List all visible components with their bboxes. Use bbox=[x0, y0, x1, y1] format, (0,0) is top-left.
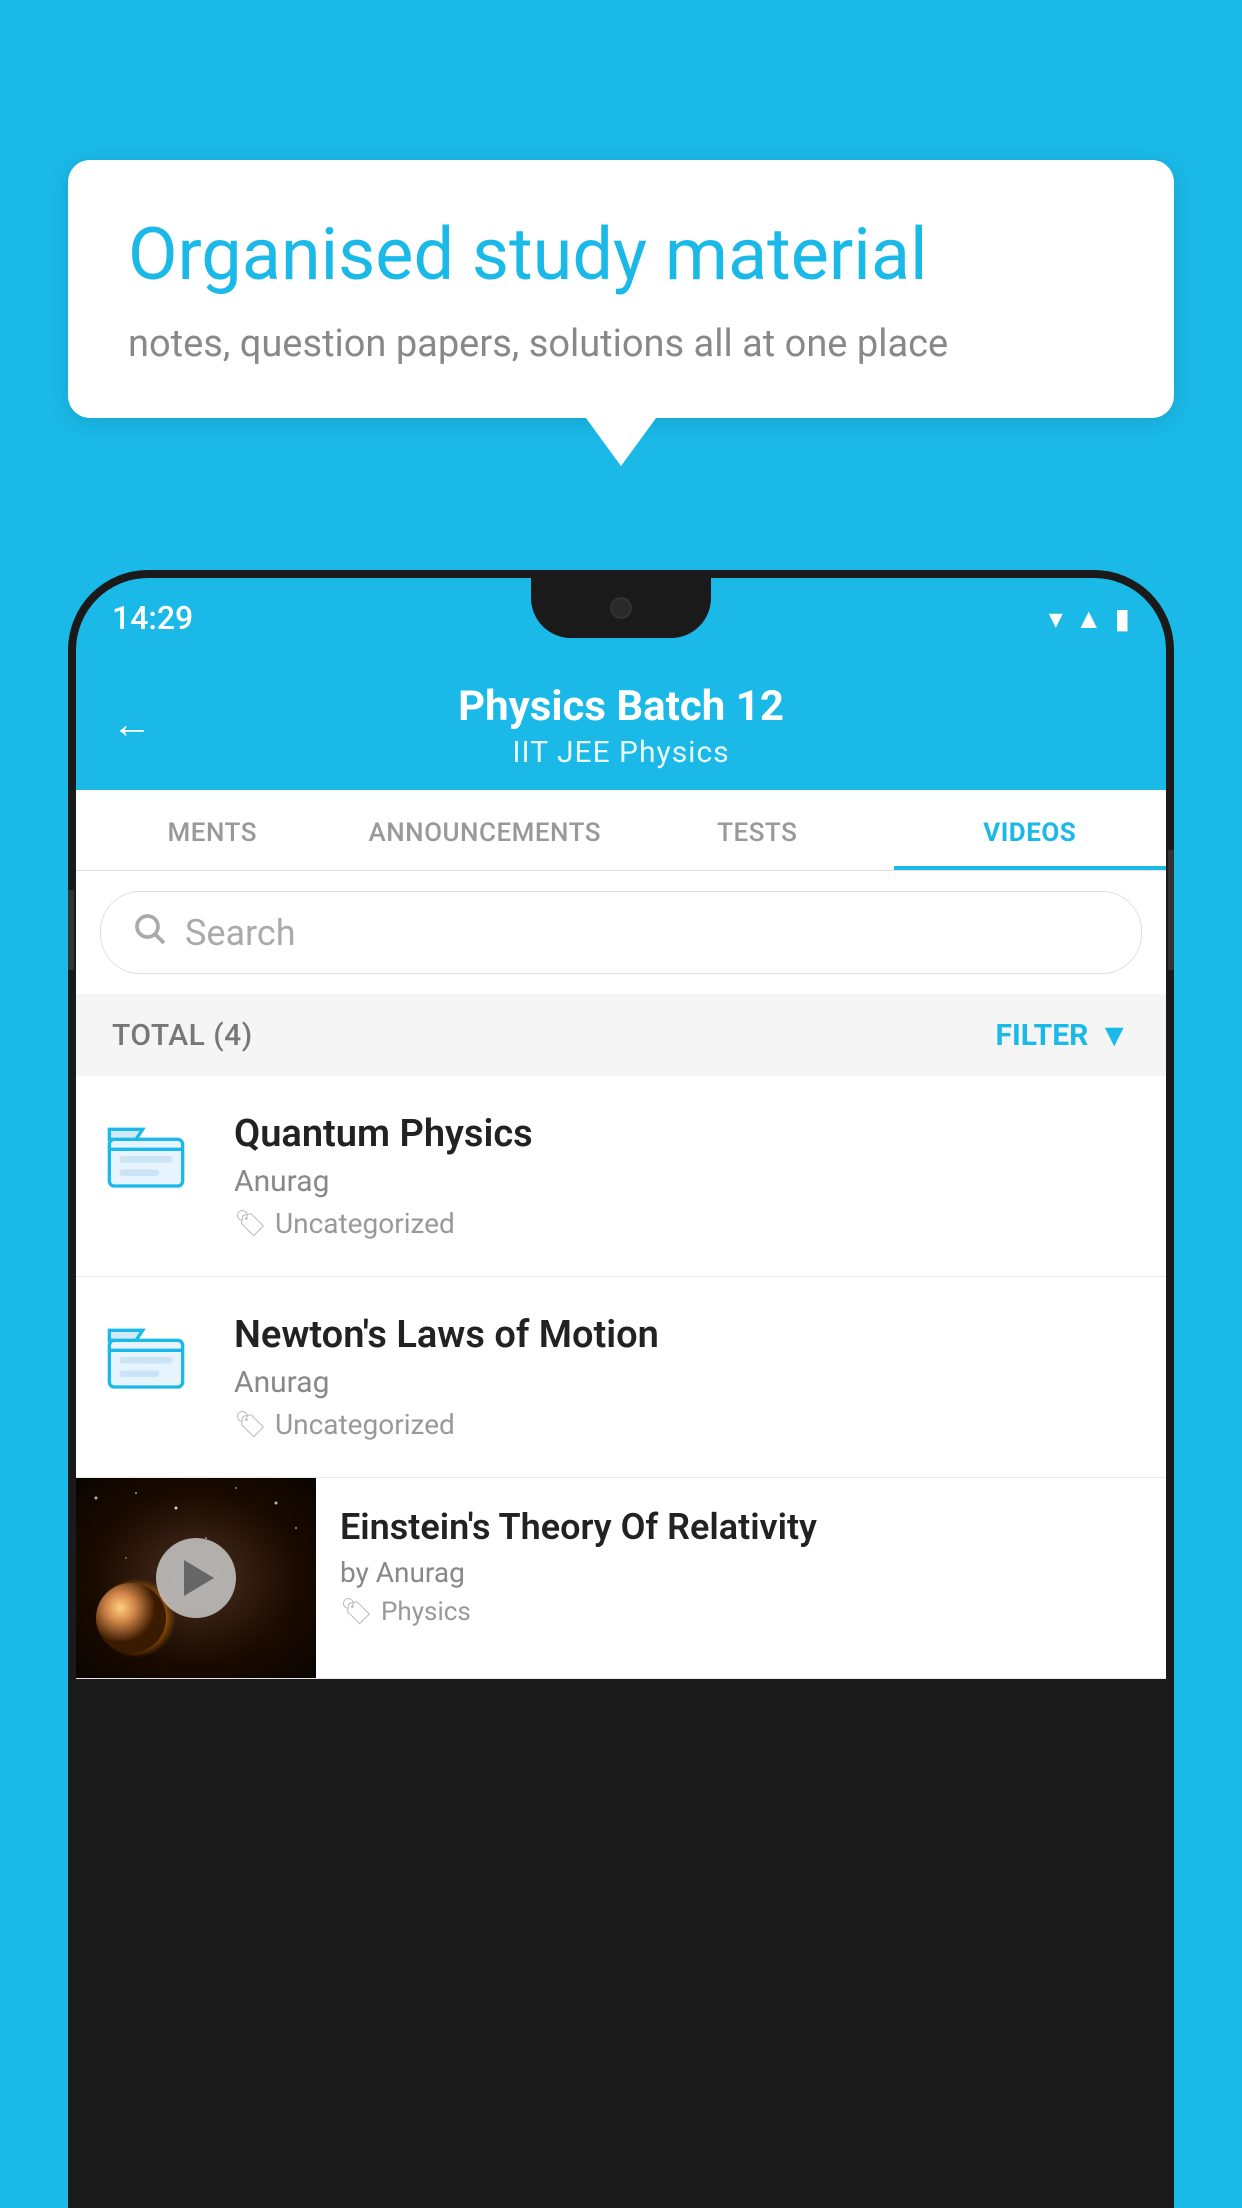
status-time: 14:29 bbox=[112, 599, 193, 637]
list-item[interactable]: Newton's Laws of Motion Anurag 🏷 Uncateg… bbox=[76, 1277, 1166, 1478]
folder-icon-container bbox=[106, 1116, 206, 1200]
filter-bar: TOTAL (4) FILTER ▼ bbox=[76, 994, 1166, 1076]
video-tag: 🏷 Physics bbox=[340, 1597, 1142, 1627]
phone-screen: 14:29 ▾ ▲ ▮ ← Physics Batch 12 IIT JEE P… bbox=[76, 578, 1166, 2208]
play-button[interactable] bbox=[156, 1538, 236, 1618]
total-count: TOTAL (4) bbox=[112, 1018, 253, 1053]
volume-button bbox=[68, 890, 74, 970]
folder-icon-container bbox=[106, 1317, 206, 1401]
speech-bubble: Organised study material notes, question… bbox=[68, 160, 1174, 418]
filter-icon: ▼ bbox=[1098, 1016, 1130, 1054]
status-icons: ▾ ▲ ▮ bbox=[1049, 602, 1130, 635]
notch bbox=[531, 578, 711, 638]
folder-icon bbox=[106, 1317, 186, 1397]
signal-icon: ▲ bbox=[1075, 602, 1103, 635]
item-details: Einstein's Theory Of Relativity by Anura… bbox=[316, 1478, 1166, 1655]
page-title: Physics Batch 12 bbox=[458, 682, 784, 731]
battery-icon: ▮ bbox=[1115, 602, 1130, 635]
video-title: Einstein's Theory Of Relativity bbox=[340, 1506, 1142, 1548]
video-author: Anurag bbox=[234, 1365, 1136, 1400]
item-details: Quantum Physics Anurag 🏷 Uncategorized bbox=[234, 1112, 1136, 1240]
tab-announcements[interactable]: ANNOUNCEMENTS bbox=[349, 790, 622, 870]
header-subtitle: IIT JEE Physics bbox=[512, 735, 729, 770]
folder-icon bbox=[106, 1116, 186, 1196]
tag-label: Uncategorized bbox=[275, 1207, 455, 1240]
bubble-subtitle: notes, question papers, solutions all at… bbox=[128, 322, 1114, 366]
tabs: MENTS ANNOUNCEMENTS TESTS VIDEOS bbox=[76, 790, 1166, 871]
video-title: Newton's Laws of Motion bbox=[234, 1313, 1136, 1357]
back-button[interactable]: ← bbox=[112, 701, 152, 748]
list-item[interactable]: Quantum Physics Anurag 🏷 Uncategorized bbox=[76, 1076, 1166, 1277]
wifi-icon: ▾ bbox=[1049, 602, 1063, 635]
item-details: Newton's Laws of Motion Anurag 🏷 Uncateg… bbox=[234, 1313, 1136, 1441]
search-placeholder: Search bbox=[185, 912, 296, 954]
search-icon bbox=[131, 910, 167, 955]
tag-icon: 🏷 bbox=[234, 1410, 267, 1440]
tab-tests[interactable]: TESTS bbox=[621, 790, 894, 870]
phone-frame: 14:29 ▾ ▲ ▮ ← Physics Batch 12 IIT JEE P… bbox=[68, 570, 1174, 2208]
search-bar[interactable]: Search bbox=[100, 891, 1142, 974]
video-author: by Anurag bbox=[340, 1556, 1142, 1589]
video-tag: 🏷 Uncategorized bbox=[234, 1408, 1136, 1441]
status-bar: 14:29 ▾ ▲ ▮ bbox=[76, 578, 1166, 658]
tag-label: Uncategorized bbox=[275, 1408, 455, 1441]
tab-videos[interactable]: VIDEOS bbox=[894, 790, 1167, 870]
filter-button[interactable]: FILTER ▼ bbox=[996, 1016, 1131, 1054]
bubble-title: Organised study material bbox=[128, 212, 1114, 298]
search-container: Search bbox=[76, 871, 1166, 994]
tag-label: Physics bbox=[381, 1597, 471, 1627]
tab-ments[interactable]: MENTS bbox=[76, 790, 349, 870]
camera bbox=[610, 597, 632, 619]
video-author: Anurag bbox=[234, 1164, 1136, 1199]
video-thumbnail bbox=[76, 1478, 316, 1678]
video-tag: 🏷 Uncategorized bbox=[234, 1207, 1136, 1240]
filter-label: FILTER bbox=[996, 1018, 1089, 1053]
tag-icon: 🏷 bbox=[234, 1209, 267, 1239]
content-area: Quantum Physics Anurag 🏷 Uncategorized bbox=[76, 1076, 1166, 1679]
app-header: ← Physics Batch 12 IIT JEE Physics bbox=[76, 658, 1166, 790]
power-button bbox=[1168, 850, 1174, 970]
tag-icon: 🏷 bbox=[340, 1597, 373, 1627]
play-triangle-icon bbox=[184, 1560, 214, 1596]
list-item[interactable]: Einstein's Theory Of Relativity by Anura… bbox=[76, 1478, 1166, 1679]
video-title: Quantum Physics bbox=[234, 1112, 1136, 1156]
